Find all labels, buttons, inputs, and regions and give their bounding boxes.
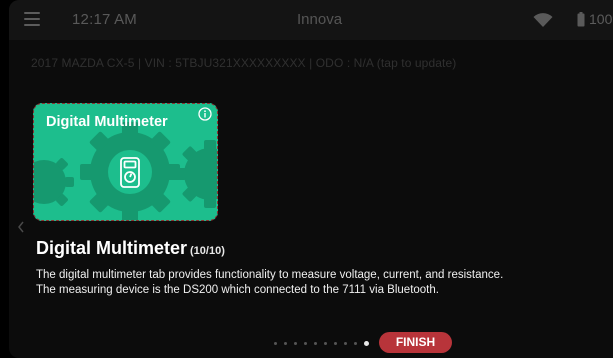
info-icon[interactable] [198,107,212,121]
page-dot [294,342,297,345]
app-screen: 12:17 AM Innova 100% 2017 MAZDA CX-5 | V… [9,0,613,358]
feature-heading: Digital Multimeter (10/10) [36,238,225,259]
page-dot [314,342,317,345]
feature-title: Digital Multimeter [36,238,188,258]
status-bar: 12:17 AM Innova 100% [9,0,613,40]
page-dot [304,342,307,345]
page-dot [354,342,357,345]
clock-time: 12:17 AM [72,11,137,28]
app-title: Innova [297,11,343,28]
finish-button[interactable]: FINISH [379,332,452,353]
page-dot [324,342,327,345]
battery-icon [577,12,585,27]
feature-count: (10/10) [190,245,225,257]
page-dot [334,342,337,345]
hamburger-menu-icon[interactable] [24,12,40,26]
page-dot [274,342,277,345]
feature-description: The digital multimeter tab provides func… [36,268,606,298]
wifi-icon [533,13,553,27]
description-line: The digital multimeter tab provides func… [36,269,504,281]
chevron-left-icon[interactable] [17,220,25,234]
vehicle-info-bar[interactable]: 2017 MAZDA CX-5 | VIN : 5TBJU321XXXXXXXX… [31,56,456,70]
page-dot-active [364,341,369,346]
page-dot [344,342,347,345]
feature-card[interactable]: Digital Multimeter [33,103,218,221]
page-dot [284,342,287,345]
card-title: Digital Multimeter [46,114,168,130]
description-line: The measuring device is the DS200 which … [36,284,439,296]
battery-percent: 100% [589,11,613,27]
